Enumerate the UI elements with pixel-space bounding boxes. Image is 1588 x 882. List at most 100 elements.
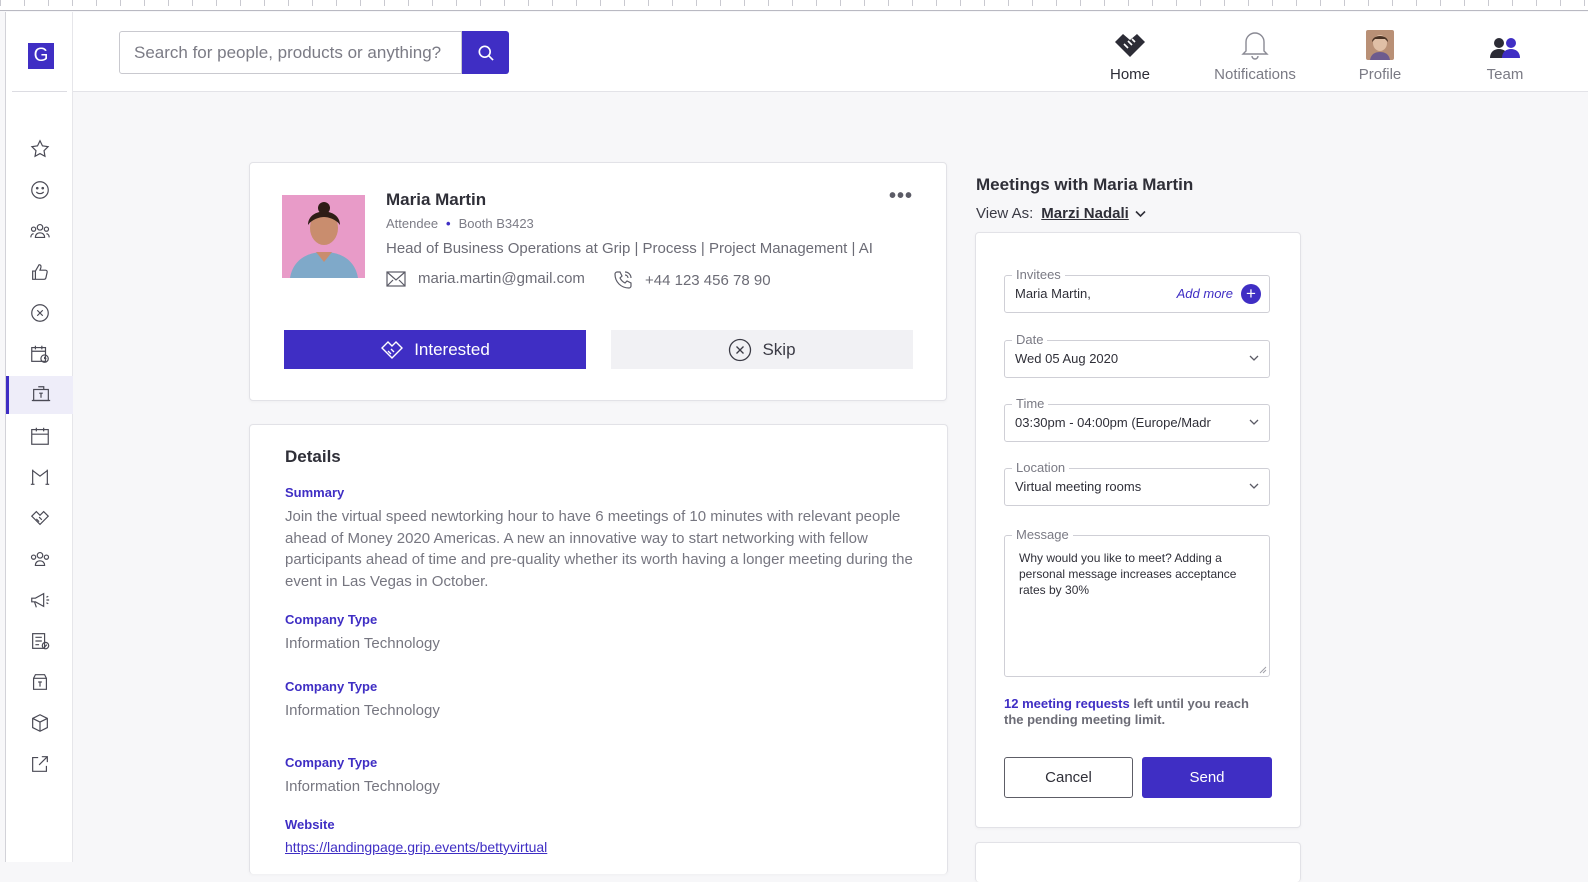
sidebar-item-venue[interactable] xyxy=(6,458,73,496)
next-card xyxy=(975,842,1301,882)
skip-button[interactable]: Skip xyxy=(611,330,913,369)
skip-label: Skip xyxy=(762,339,796,359)
chevron-down-icon xyxy=(1249,355,1259,361)
profile-card: Maria Martin Attendee • Booth B3423 Head o… xyxy=(249,162,947,401)
company-type-label: Company Type xyxy=(285,679,378,694)
view-as-label: View As: xyxy=(976,205,1034,222)
meeting-limit-note: 12 meeting requests left until you reach… xyxy=(1004,696,1264,728)
profile-headline: Head of Business Operations at Grip | Pr… xyxy=(386,240,873,257)
sidebar-divider xyxy=(12,91,67,92)
phone-icon xyxy=(614,271,632,289)
chevron-down-icon xyxy=(1249,419,1259,425)
profile-phone-text: +44 123 456 78 90 xyxy=(645,271,771,289)
sidebar-item-calendar[interactable] xyxy=(6,417,73,455)
sidebar-item-favorites[interactable] xyxy=(6,130,73,168)
smiley-icon xyxy=(30,181,49,199)
team-icon xyxy=(1490,38,1520,58)
meeting-limit-count: 12 meeting requests xyxy=(1004,696,1130,711)
more-options-button[interactable]: ••• xyxy=(889,185,913,208)
nav-home-label: Home xyxy=(1109,66,1150,83)
meetings-title: Meetings with Maria Martin xyxy=(976,175,1194,194)
sidebar-item-people[interactable] xyxy=(6,540,73,578)
close-circle-icon xyxy=(30,304,49,322)
location-select[interactable]: Location Virtual meeting rooms xyxy=(1004,460,1270,506)
meeting-form-card: Invitees Maria Martin, Add more + Date W… xyxy=(975,232,1301,828)
mail-icon xyxy=(386,270,406,287)
details-card: Details Summary Join the virtual speed n… xyxy=(249,424,948,874)
profile-photo xyxy=(282,195,365,278)
star-icon xyxy=(30,139,49,158)
add-invitee-button[interactable]: + xyxy=(1241,284,1261,304)
sidebar-item-groups[interactable] xyxy=(6,212,73,250)
sidebar-item-external[interactable] xyxy=(6,745,73,783)
date-value: Wed 05 Aug 2020 xyxy=(1015,351,1119,366)
company-type-value: Information Technology xyxy=(285,635,440,652)
message-label: Message xyxy=(1012,527,1073,542)
nav-profile[interactable]: Profile xyxy=(1325,24,1435,83)
website-link[interactable]: https://landingpage.grip.events/bettyvir… xyxy=(285,839,547,855)
nav-notifications[interactable]: Notifications xyxy=(1200,24,1310,83)
date-label: Date xyxy=(1012,332,1048,347)
gate-icon xyxy=(30,469,49,485)
view-as: View As: Marzi Nadali xyxy=(976,205,1146,222)
handshake-icon xyxy=(381,340,404,359)
invitees-field[interactable]: Invitees Maria Martin, Add more + xyxy=(1004,267,1270,313)
people-icon xyxy=(30,551,49,567)
chevron-down-icon xyxy=(1249,483,1259,489)
sidebar: G xyxy=(6,12,73,862)
chevron-down-icon[interactable] xyxy=(1135,210,1146,218)
view-as-dropdown[interactable]: Marzi Nadali xyxy=(1041,205,1129,222)
close-circle-icon xyxy=(729,338,752,361)
company-type-label: Company Type xyxy=(285,612,378,627)
time-value: 03:30pm - 04:00pm (Europe/Madr xyxy=(1015,415,1211,430)
sidebar-item-skipped[interactable] xyxy=(6,294,73,332)
interested-label: Interested xyxy=(414,339,490,359)
nav-team[interactable]: Team xyxy=(1450,24,1560,83)
app-logo[interactable]: G xyxy=(28,43,54,69)
profile-meta: Attendee • Booth B3423 xyxy=(386,216,534,231)
box-icon xyxy=(31,714,48,732)
separator-dot: • xyxy=(446,216,451,231)
website-label: Website xyxy=(285,817,335,832)
resize-handle-icon[interactable] xyxy=(1259,666,1267,674)
summary-label: Summary xyxy=(285,485,345,500)
company-type-value: Information Technology xyxy=(285,702,440,719)
exhibitor-icon xyxy=(31,386,51,402)
profile-phone[interactable]: +44 123 456 78 90 xyxy=(613,270,771,290)
company-type-label: Company Type xyxy=(285,755,378,770)
bell-icon xyxy=(1241,32,1269,60)
date-select[interactable]: Date Wed 05 Aug 2020 xyxy=(1004,332,1270,378)
calendar-clock-icon xyxy=(30,345,49,363)
sidebar-item-exhibitors[interactable] xyxy=(6,376,73,414)
location-label: Location xyxy=(1012,460,1070,475)
handshake-icon xyxy=(30,510,49,526)
sidebar-item-matches[interactable] xyxy=(6,171,73,209)
time-select[interactable]: Time 03:30pm - 04:00pm (Europe/Madr xyxy=(1004,396,1270,442)
sidebar-item-inventory[interactable] xyxy=(6,704,73,742)
nav-home[interactable]: Home xyxy=(1075,24,1185,83)
profile-email[interactable]: maria.martin@gmail.com xyxy=(386,270,585,287)
search-button[interactable] xyxy=(462,31,509,74)
summary-text: Join the virtual speed newtorking hour t… xyxy=(285,508,913,590)
sidebar-item-liked[interactable] xyxy=(6,253,73,291)
top-bar: Search for people, products or anything?… xyxy=(73,12,1588,92)
invitees-label: Invitees xyxy=(1012,267,1065,282)
sidebar-item-products[interactable] xyxy=(6,663,73,701)
send-button[interactable]: Send xyxy=(1142,757,1272,798)
profile-role: Attendee xyxy=(386,216,439,231)
add-more-link[interactable]: Add more xyxy=(1177,286,1233,301)
interested-button[interactable]: Interested xyxy=(284,330,586,369)
avatar xyxy=(1366,30,1394,60)
profile-booth: Booth B3423 xyxy=(458,216,534,231)
sidebar-item-schedule[interactable] xyxy=(6,335,73,373)
sidebar-item-tasks[interactable] xyxy=(6,622,73,660)
sidebar-item-meetings[interactable] xyxy=(6,499,73,537)
group-icon xyxy=(29,223,50,239)
message-textarea[interactable]: Message Why would you like to meet? Addi… xyxy=(1004,527,1270,677)
location-value: Virtual meeting rooms xyxy=(1015,479,1142,494)
cancel-button[interactable]: Cancel xyxy=(1004,757,1133,798)
search-input[interactable]: Search for people, products or anything? xyxy=(119,31,462,74)
company-type-value: Information Technology xyxy=(285,778,440,795)
profile-name: Maria Martin xyxy=(386,190,487,209)
sidebar-item-announcements[interactable] xyxy=(6,581,73,619)
